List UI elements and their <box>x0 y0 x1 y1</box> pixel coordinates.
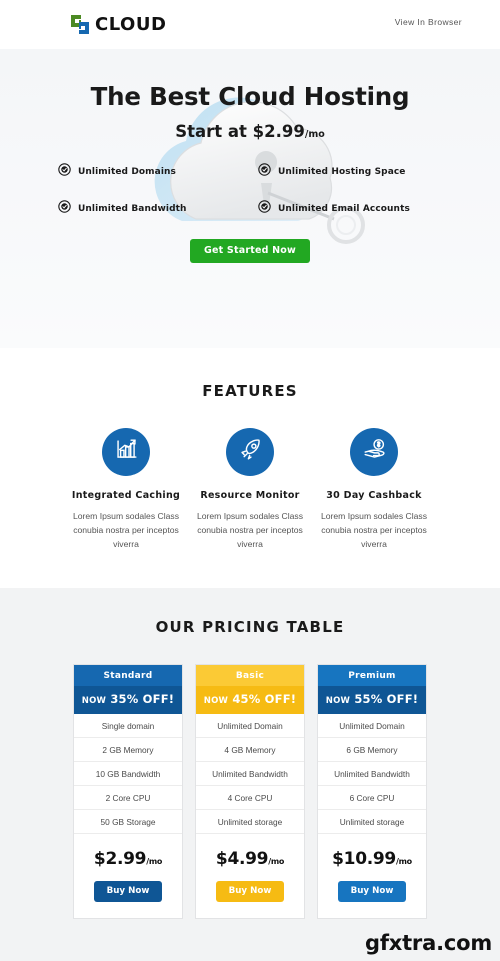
plan-price: $4.99/mo <box>196 849 304 869</box>
plan-feature: Unlimited Bandwidth <box>318 762 426 786</box>
buy-now-button[interactable]: Buy Now <box>93 881 163 902</box>
plan-price-value: $4.99 <box>215 849 269 869</box>
view-in-browser-link[interactable]: View In Browser <box>395 17 462 27</box>
features-title: FEATURES <box>202 382 298 400</box>
hero-bullet-label: Unlimited Bandwidth <box>78 204 187 214</box>
pricing-card-basic: Basic NOW 45% OFF! Unlimited Domain 4 GB… <box>195 664 305 919</box>
hero-bullet-label: Unlimited Domains <box>78 167 176 177</box>
bar-chart-growth-icon <box>113 436 140 468</box>
plan-discount: NOW 35% OFF! <box>74 686 182 714</box>
gfxtra-footer-watermark: gfxtra.com <box>364 931 492 955</box>
feature-icon-badge <box>226 428 274 476</box>
hero-bullet-item: Unlimited Email Accounts <box>250 200 450 218</box>
feature-title: 30 Day Cashback <box>326 490 422 501</box>
plan-discount-value: 45% OFF! <box>228 692 297 706</box>
plan-price-period: /mo <box>146 857 163 866</box>
check-circle-icon <box>258 200 271 218</box>
features-list: Integrated Caching Lorem Ipsum sodales C… <box>0 428 500 552</box>
plan-feature: 4 Core CPU <box>196 786 304 810</box>
hand-holding-dollar-icon <box>361 436 388 468</box>
plan-feature: 50 GB Storage <box>74 810 182 834</box>
plan-price-value: $10.99 <box>332 849 396 869</box>
pricing-card-header: Basic NOW 45% OFF! <box>196 665 304 714</box>
feature-title: Integrated Caching <box>71 490 181 501</box>
plan-discount-prefix: NOW <box>81 696 107 706</box>
cloud-brand-mark-icon <box>70 14 90 35</box>
plan-feature: 4 GB Memory <box>196 738 304 762</box>
plan-price-box: $10.99/mo Buy Now <box>318 834 426 918</box>
feature-description: Lorem Ipsum sodales Class conubia nostra… <box>72 511 180 550</box>
plan-name: Premium <box>318 665 426 686</box>
plan-price-box: $2.99/mo Buy Now <box>74 834 182 918</box>
plan-feature: 6 GB Memory <box>318 738 426 762</box>
plan-discount: NOW 55% OFF! <box>318 686 426 714</box>
hero-bullet-list: Unlimited Domains Unlimited Hosting Spac… <box>50 163 450 218</box>
brand-logo-text: CLOUD <box>95 14 167 35</box>
pricing-card-premium: Premium NOW 55% OFF! Unlimited Domain 6 … <box>317 664 427 919</box>
pricing-card-standard: Standard NOW 35% OFF! Single domain 2 GB… <box>73 664 183 919</box>
plan-price-value: $2.99 <box>93 849 147 869</box>
check-circle-icon <box>58 163 71 181</box>
hero-subheadline-price: Start at $2.99 <box>175 122 305 141</box>
pricing-cards: Standard NOW 35% OFF! Single domain 2 GB… <box>0 664 500 919</box>
features-section: FEATURES Integrated Caching Lorem Ipsum … <box>0 348 500 588</box>
plan-feature: Unlimited Bandwidth <box>196 762 304 786</box>
hero-subheadline-period: /mo <box>304 129 325 140</box>
hero-bullet-item: Unlimited Bandwidth <box>50 200 250 218</box>
brand-logo[interactable]: CLOUD <box>70 14 166 35</box>
buy-now-button[interactable]: Buy Now <box>215 881 285 902</box>
rocket-icon <box>237 436 264 468</box>
check-circle-icon <box>58 200 71 218</box>
plan-price-box: $4.99/mo Buy Now <box>196 834 304 918</box>
plan-name: Basic <box>196 665 304 686</box>
get-started-button[interactable]: Get Started Now <box>190 239 310 263</box>
feature-icon-badge <box>102 428 150 476</box>
plan-feature: Single domain <box>74 714 182 738</box>
plan-feature: Unlimited Domain <box>318 714 426 738</box>
feature-title: Resource Monitor <box>200 490 300 501</box>
hero-bullet-label: Unlimited Hosting Space <box>278 167 406 177</box>
plan-price: $2.99/mo <box>74 849 182 869</box>
feature-description: Lorem Ipsum sodales Class conubia nostra… <box>320 511 428 550</box>
buy-now-button[interactable]: Buy Now <box>337 881 407 902</box>
hero-headline: The Best Cloud Hosting <box>90 82 410 111</box>
header-bar: CLOUD View In Browser <box>0 0 500 49</box>
plan-discount-value: 35% OFF! <box>106 692 175 706</box>
plan-discount-prefix: NOW <box>325 696 351 706</box>
hero-bullet-label: Unlimited Email Accounts <box>278 204 410 214</box>
plan-feature: Unlimited Domain <box>196 714 304 738</box>
feature-card: 30 Day Cashback Lorem Ipsum sodales Clas… <box>312 428 436 552</box>
hero-bullet-item: Unlimited Hosting Space <box>250 163 450 181</box>
plan-feature: Unlimited storage <box>318 810 426 834</box>
feature-card: Resource Monitor Lorem Ipsum sodales Cla… <box>188 428 312 552</box>
plan-discount-prefix: NOW <box>203 696 229 706</box>
plan-discount: NOW 45% OFF! <box>196 686 304 714</box>
plan-name: Standard <box>74 665 182 686</box>
feature-card: Integrated Caching Lorem Ipsum sodales C… <box>64 428 188 552</box>
pricing-card-header: Standard NOW 35% OFF! <box>74 665 182 714</box>
plan-price: $10.99/mo <box>318 849 426 869</box>
plan-feature: 2 GB Memory <box>74 738 182 762</box>
feature-icon-badge <box>350 428 398 476</box>
check-circle-icon <box>258 163 271 181</box>
plan-feature: 2 Core CPU <box>74 786 182 810</box>
plan-feature: Unlimited storage <box>196 810 304 834</box>
hero-subheadline: Start at $2.99/mo <box>0 122 500 141</box>
hero-bullet-item: Unlimited Domains <box>50 163 250 181</box>
email-template-page: CLOUD View In Browser The Best Cloud Hos… <box>0 0 500 961</box>
pricing-section: OUR PRICING TABLE Standard NOW 35% OFF! … <box>0 588 500 961</box>
pricing-card-header: Premium NOW 55% OFF! <box>318 665 426 714</box>
feature-description: Lorem Ipsum sodales Class conubia nostra… <box>196 511 304 550</box>
plan-discount-value: 55% OFF! <box>350 692 419 706</box>
plan-feature: 10 GB Bandwidth <box>74 762 182 786</box>
plan-price-period: /mo <box>395 857 412 866</box>
plan-feature: 6 Core CPU <box>318 786 426 810</box>
pricing-title: OUR PRICING TABLE <box>155 618 345 636</box>
plan-price-period: /mo <box>268 857 285 866</box>
hero-section: The Best Cloud Hosting Start at $2.99/mo… <box>0 49 500 348</box>
